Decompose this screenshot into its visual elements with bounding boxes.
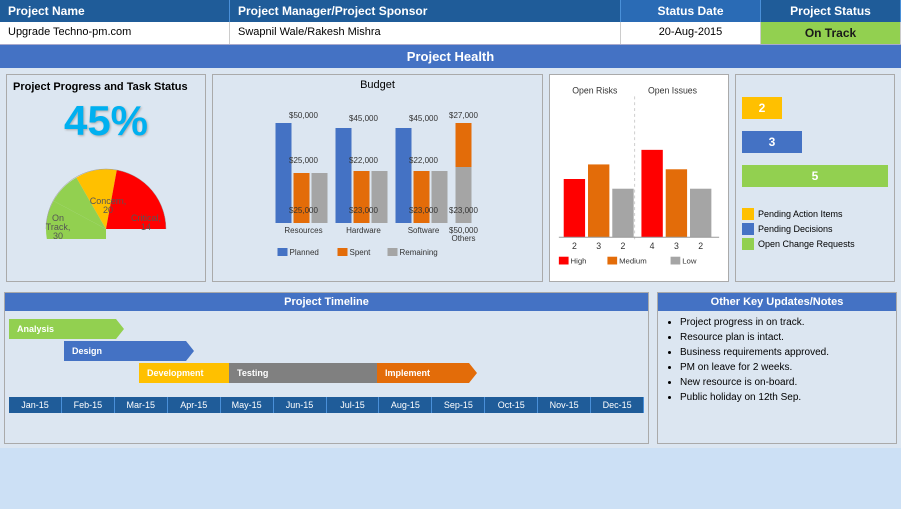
decisions-legend: Pending Decisions [742,223,888,235]
action-items-label: Pending Action Items [758,209,843,219]
svg-text:Others: Others [451,234,475,243]
timeline-title: Project Timeline [5,293,648,311]
month-cell: Nov-15 [538,397,591,413]
timeline-months: Jan-15Feb-15Mar-15Apr-15May-15Jun-15Jul-… [9,397,644,413]
counts-panel: 2 3 5 Pending Action Items Pending Decis… [735,74,895,282]
action-items-legend: Pending Action Items [742,208,888,220]
action-items-bar: 2 [742,97,782,119]
budget-title: Budget [217,79,538,91]
svg-text:30: 30 [53,231,63,239]
svg-text:$45,000: $45,000 [349,114,378,123]
note-item: New resource is on-board. [680,375,890,390]
svg-text:14: 14 [141,222,151,232]
note-item: Resource plan is intact. [680,330,890,345]
month-cell: Oct-15 [485,397,538,413]
svg-text:Open Issues: Open Issues [648,86,698,96]
change-requests-label: Open Change Requests [758,239,855,249]
note-item: Business requirements approved. [680,345,890,360]
svg-text:20: 20 [103,205,113,215]
notes-panel: Other Key Updates/Notes Project progress… [657,292,897,444]
svg-text:$25,000: $25,000 [289,206,318,215]
notes-list: Project progress in on track.Resource pl… [664,315,890,405]
manager-value: Swapnil Wale/Rakesh Mishra [230,22,621,44]
svg-text:$45,000: $45,000 [409,114,438,123]
month-cell: Jul-15 [327,397,380,413]
notes-title: Other Key Updates/Notes [658,293,896,311]
svg-text:$23,000: $23,000 [449,206,478,215]
month-cell: Aug-15 [379,397,432,413]
svg-text:3: 3 [596,241,601,251]
project-health-title: Project Health [0,45,901,68]
svg-text:Planned: Planned [290,248,319,257]
svg-text:$22,000: $22,000 [409,156,438,165]
project-status-value: On Track [761,22,901,44]
design-arrow: Design [64,341,194,361]
svg-text:Remaining: Remaining [400,248,438,257]
project-name-value: Upgrade Techno-pm.com [0,22,230,44]
svg-text:$25,000: $25,000 [289,156,318,165]
svg-text:Hardware: Hardware [346,226,381,235]
svg-text:$23,000: $23,000 [409,206,438,215]
timeline-panel: Project Timeline Analysis Design Develop… [4,292,649,444]
svg-text:4: 4 [650,241,655,251]
testing-arrow: Testing [229,363,389,383]
pie-chart: On Track, 30 Concern, 20 Critical, 14 [13,149,199,239]
month-cell: Dec-15 [591,397,644,413]
risks-issues-chart: Open Risks 2 3 2 Open Issues 4 3 2 [554,79,724,279]
month-cell: Jun-15 [274,397,327,413]
budget-chart: $50,000 $25,000 $25,000 Resources $45,00… [217,93,538,263]
month-cell: Apr-15 [168,397,221,413]
svg-text:2: 2 [621,241,626,251]
progress-title: Project Progress and Task Status [13,81,199,93]
budget-panel: Budget $50,000 $25,000 $25,000 Resources… [212,74,543,282]
analysis-arrow: Analysis [9,319,124,339]
svg-text:Software: Software [408,226,440,235]
svg-text:High: High [571,257,587,266]
decisions-label: Pending Decisions [758,224,833,234]
svg-text:Open Risks: Open Risks [572,86,618,96]
svg-text:Low: Low [682,257,697,266]
note-item: Project progress in on track. [680,315,890,330]
percent-value: 45% [13,97,199,145]
svg-text:$27,000: $27,000 [449,111,478,120]
change-requests-bar: 5 [742,165,888,187]
svg-text:2: 2 [698,241,703,251]
month-cell: May-15 [221,397,274,413]
status-date-value: 20-Aug-2015 [621,22,761,44]
month-cell: Mar-15 [115,397,168,413]
progress-panel: Project Progress and Task Status 45% [6,74,206,282]
status-date-header: Status Date [621,0,761,22]
risks-issues-panel: Open Risks 2 3 2 Open Issues 4 3 2 [549,74,729,282]
svg-text:$50,000: $50,000 [289,111,318,120]
svg-text:2: 2 [572,241,577,251]
implement-arrow: Implement [377,363,477,383]
svg-text:Resources: Resources [284,226,322,235]
month-cell: Jan-15 [9,397,62,413]
decisions-bar: 3 [742,131,802,153]
svg-text:Medium: Medium [619,257,647,266]
svg-text:3: 3 [674,241,679,251]
svg-text:$22,000: $22,000 [349,156,378,165]
note-item: Public holiday on 12th Sep. [680,390,890,405]
note-item: PM on leave for 2 weeks. [680,360,890,375]
change-requests-legend: Open Change Requests [742,238,888,250]
manager-header: Project Manager/Project Sponsor [230,0,621,22]
project-status-header: Project Status [761,0,901,22]
month-cell: Feb-15 [62,397,115,413]
project-name-header: Project Name [0,0,230,22]
svg-text:$23,000: $23,000 [349,206,378,215]
svg-text:Spent: Spent [350,248,372,257]
month-cell: Sep-15 [432,397,485,413]
